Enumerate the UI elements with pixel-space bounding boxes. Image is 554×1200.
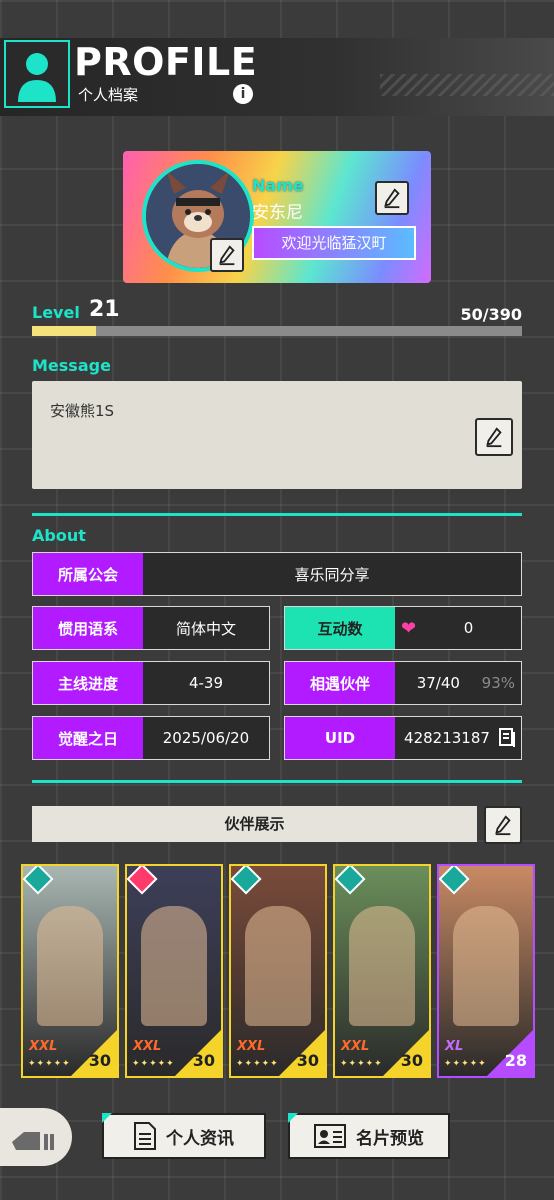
- rarity-badge-icon: [231, 866, 262, 895]
- pencil-icon: [495, 815, 511, 836]
- partner-card[interactable]: XXL ✦✦✦✦✦ 30: [333, 864, 431, 1078]
- star-icons: ✦✦✦✦✦: [236, 1059, 279, 1069]
- edit-message-button[interactable]: [475, 418, 513, 456]
- header-decoration: [380, 74, 554, 96]
- message-box: [32, 381, 522, 489]
- uid-value: 428213187: [404, 729, 490, 747]
- progress-key: 主线进度: [33, 662, 143, 704]
- edit-name-button[interactable]: [375, 181, 409, 215]
- language-value: 简体中文: [175, 619, 236, 638]
- partners-value: 37/40: [416, 674, 460, 692]
- card-level: 30: [400, 1051, 423, 1070]
- collapse-tab[interactable]: [0, 1108, 72, 1166]
- greeting-banner[interactable]: 欢迎光临猛汉町: [252, 226, 416, 260]
- message-label: Message: [32, 356, 111, 375]
- about-label: About: [32, 526, 86, 545]
- partner-card[interactable]: XXL ✦✦✦✦✦ 30: [229, 864, 327, 1078]
- card-size: XXL: [29, 1039, 58, 1054]
- edit-showcase-button[interactable]: [484, 806, 522, 844]
- document-icon: [134, 1122, 156, 1150]
- star-icons: ✦✦✦✦✦: [340, 1059, 383, 1069]
- partner-portrait: [141, 906, 207, 1026]
- guild-row: 所属公会 喜乐同分享: [32, 552, 522, 596]
- rarity-badge-icon: [335, 866, 366, 895]
- page-title: PROFILE: [74, 40, 258, 84]
- partners-percent: 93%: [481, 674, 515, 692]
- card-preview-button[interactable]: 名片预览: [288, 1113, 450, 1159]
- player-name: 安东尼: [252, 203, 303, 223]
- partner-card[interactable]: XXL ✦✦✦✦✦ 30: [125, 864, 223, 1078]
- card-size: XXL: [341, 1039, 370, 1054]
- card-level: 30: [296, 1051, 319, 1070]
- exp-bar: [32, 326, 522, 336]
- awaken-row: 觉醒之日 2025/06/20: [32, 716, 270, 760]
- exp-text: 50/390: [460, 305, 522, 324]
- partner-portrait: [349, 906, 415, 1026]
- partner-portrait: [37, 906, 103, 1026]
- card-level: 28: [504, 1051, 527, 1070]
- profile-info-button[interactable]: 个人资讯: [102, 1113, 266, 1159]
- id-card-icon: [314, 1124, 346, 1148]
- message-text: 安徽熊1S: [50, 402, 115, 420]
- partner-card[interactable]: XXL ✦✦✦✦✦ 30: [21, 864, 119, 1078]
- awaken-value: 2025/06/20: [162, 729, 250, 747]
- hand-icon: [12, 1132, 54, 1150]
- page-subtitle: 个人档案: [78, 86, 139, 104]
- interactions-row: 互动数 ❤ 0: [284, 606, 522, 650]
- pencil-icon: [384, 188, 400, 209]
- pencil-icon: [486, 427, 502, 448]
- showcase-title: 伙伴展示: [32, 806, 477, 842]
- partner-portrait: [453, 906, 519, 1026]
- uid-row: UID 428213187: [284, 716, 522, 760]
- card-size: XL: [445, 1039, 464, 1054]
- heart-icon: ❤: [401, 617, 417, 639]
- partner-card[interactable]: XL ✦✦✦✦✦ 28: [437, 864, 535, 1078]
- interactions-value: 0: [463, 619, 474, 637]
- interactions-key: 互动数: [285, 607, 395, 649]
- partners-key: 相遇伙伴: [285, 662, 395, 704]
- copy-icon[interactable]: [499, 728, 515, 748]
- card-size: XXL: [133, 1039, 162, 1054]
- divider: [32, 780, 522, 783]
- star-icons: ✦✦✦✦✦: [444, 1059, 487, 1069]
- card-preview-label: 名片预览: [356, 1128, 424, 1149]
- level-value: 21: [89, 297, 120, 322]
- exp-bar-fill: [32, 326, 96, 336]
- card-level: 30: [88, 1051, 111, 1070]
- card-size: XXL: [237, 1039, 266, 1054]
- star-icons: ✦✦✦✦✦: [132, 1059, 175, 1069]
- pencil-icon: [219, 245, 235, 266]
- info-icon[interactable]: i: [233, 84, 253, 104]
- uid-key: UID: [285, 717, 395, 759]
- progress-row: 主线进度 4-39: [32, 661, 270, 705]
- divider: [32, 513, 522, 516]
- profile-icon: [4, 40, 70, 108]
- rarity-badge-icon: [23, 866, 54, 895]
- language-row: 惯用语系 简体中文: [32, 606, 270, 650]
- card-level: 30: [192, 1051, 215, 1070]
- awaken-key: 觉醒之日: [33, 717, 143, 759]
- guild-value: 喜乐同分享: [294, 565, 370, 584]
- guild-key: 所属公会: [33, 553, 143, 595]
- partners-row: 相遇伙伴 37/40 93%: [284, 661, 522, 705]
- star-icons: ✦✦✦✦✦: [28, 1059, 71, 1069]
- language-key: 惯用语系: [33, 607, 143, 649]
- edit-avatar-button[interactable]: [210, 238, 244, 272]
- rarity-badge-icon: [127, 866, 158, 895]
- partner-portrait: [245, 906, 311, 1026]
- profile-info-label: 个人资讯: [166, 1128, 234, 1149]
- rarity-badge-icon: [439, 866, 470, 895]
- level-label: Level: [32, 303, 80, 322]
- name-label: Name: [252, 176, 304, 195]
- progress-value: 4-39: [188, 674, 224, 692]
